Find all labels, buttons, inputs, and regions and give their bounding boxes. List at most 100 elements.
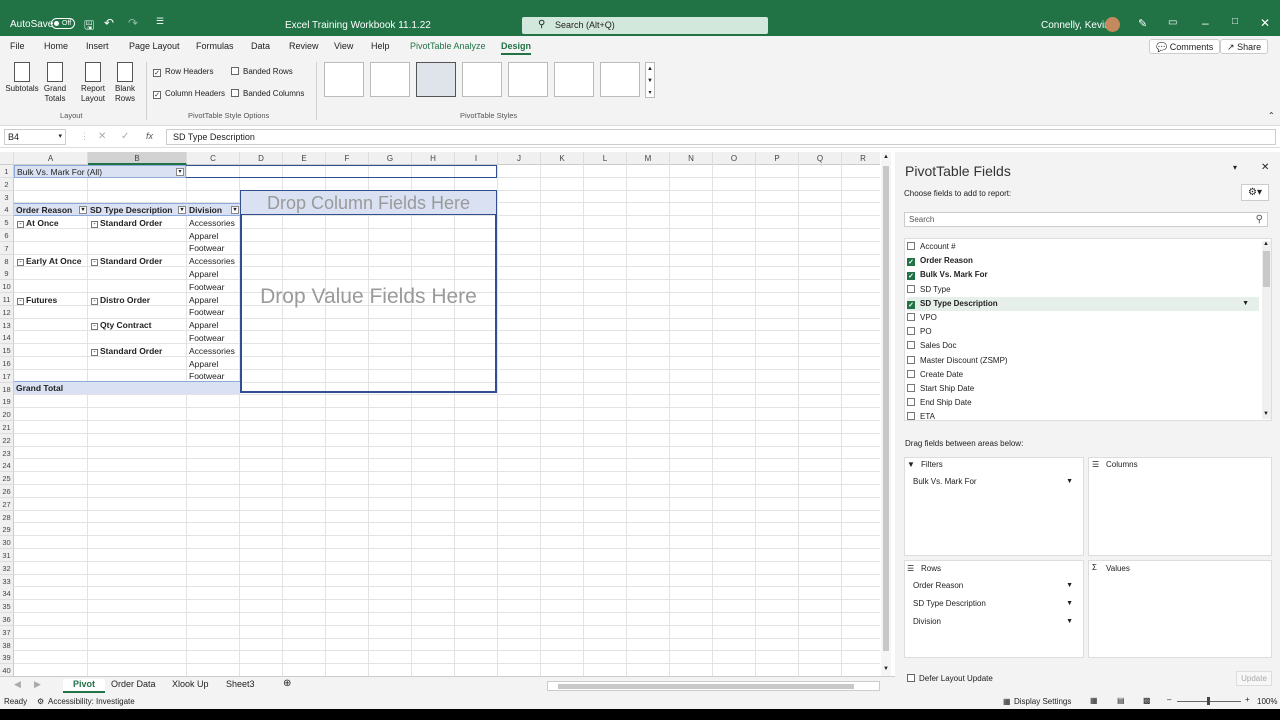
- row-header-30[interactable]: 30: [0, 536, 14, 550]
- tab-page-layout[interactable]: Page Layout: [129, 41, 180, 51]
- horizontal-scrollbar[interactable]: [547, 681, 880, 691]
- field-item[interactable]: VPO: [907, 311, 1259, 325]
- column-header-a[interactable]: A: [14, 152, 88, 165]
- row-header-17[interactable]: 17: [0, 369, 14, 383]
- row-header-33[interactable]: 33: [0, 574, 14, 588]
- scroll-down-icon[interactable]: ▼: [883, 666, 889, 672]
- checkbox-icon[interactable]: [907, 412, 915, 421]
- row-header-32[interactable]: 32: [0, 561, 14, 575]
- field-item[interactable]: PO: [907, 325, 1259, 339]
- update-button[interactable]: Update: [1236, 671, 1272, 686]
- grand-totals-button[interactable]: Grand Totals: [38, 62, 72, 104]
- field-item[interactable]: Sales Doc: [907, 339, 1259, 353]
- pivot-cell[interactable]: - Distro Order: [89, 294, 150, 306]
- close-pane-icon[interactable]: ✕: [1261, 162, 1269, 173]
- styles-scroll[interactable]: ▲ ▼ ▾: [645, 62, 655, 98]
- filter-dropdown-icon[interactable]: ▾: [178, 206, 186, 214]
- field-item[interactable]: End Ship Date: [907, 396, 1259, 410]
- column-header-k[interactable]: K: [541, 152, 584, 165]
- checkbox-icon[interactable]: [907, 341, 915, 350]
- pivot-cell[interactable]: - Standard Order: [89, 255, 162, 267]
- checkbox-icon[interactable]: [907, 384, 915, 392]
- row-header-5[interactable]: 5: [0, 216, 14, 230]
- row-header-25[interactable]: 25: [0, 472, 14, 486]
- pivot-style-3[interactable]: [416, 62, 456, 97]
- scroll-up-icon[interactable]: ▲: [883, 154, 889, 160]
- row-header-34[interactable]: 34: [0, 587, 14, 601]
- row-header-6[interactable]: 6: [0, 229, 14, 242]
- tab-review[interactable]: Review: [289, 41, 319, 51]
- column-header-g[interactable]: G: [369, 152, 412, 165]
- row-header-38[interactable]: 38: [0, 638, 14, 652]
- save-icon[interactable]: 🖫: [84, 16, 94, 37]
- row-field-order-reason[interactable]: Order Reason ▾: [14, 203, 88, 216]
- share-button[interactable]: ↗ Share: [1220, 39, 1269, 54]
- tab-home[interactable]: Home: [44, 41, 68, 51]
- zoom-slider-thumb[interactable]: [1207, 697, 1210, 705]
- display-settings-button[interactable]: Display Settings: [1014, 697, 1071, 706]
- normal-view-icon[interactable]: ▦: [1090, 696, 1098, 705]
- pivot-cell[interactable]: Accessories: [187, 255, 235, 267]
- tab-insert[interactable]: Insert: [86, 41, 109, 51]
- prev-sheet-icon[interactable]: ◀: [14, 679, 21, 690]
- tab-pivottable-analyze[interactable]: PivotTable Analyze: [410, 41, 486, 51]
- zoom-level[interactable]: 100%: [1257, 697, 1277, 706]
- row-header-13[interactable]: 13: [0, 318, 14, 332]
- field-list-scrollbar[interactable]: ▲ ▼: [1262, 241, 1271, 419]
- avatar[interactable]: [1105, 17, 1120, 32]
- blank-rows-button[interactable]: Blank Rows: [109, 62, 141, 104]
- chevron-down-icon[interactable]: ▼: [1066, 579, 1073, 593]
- row-header-10[interactable]: 10: [0, 280, 14, 294]
- subtotals-button[interactable]: Subtotals: [4, 62, 40, 94]
- filter-field[interactable]: Bulk Vs. Mark For (All) ▾: [14, 165, 186, 178]
- columns-area[interactable]: [1088, 457, 1272, 556]
- field-item[interactable]: Create Date: [907, 368, 1259, 382]
- row-header-8[interactable]: 8: [0, 254, 14, 268]
- pivot-cell[interactable]: - Standard Order: [89, 345, 162, 357]
- pivot-style-4[interactable]: [462, 62, 502, 97]
- row-header-26[interactable]: 26: [0, 485, 14, 498]
- chevron-down-icon[interactable]: ▼: [1066, 597, 1073, 611]
- banded-rows-checkbox[interactable]: Banded Rows: [231, 67, 293, 76]
- row-header-11[interactable]: 11: [0, 293, 14, 306]
- sheet-tab-sheet3[interactable]: Sheet3: [226, 679, 255, 689]
- undo-icon[interactable]: ↶: [104, 16, 114, 30]
- row-header-23[interactable]: 23: [0, 446, 14, 460]
- column-header-l[interactable]: L: [584, 152, 627, 165]
- collapse-icon[interactable]: -: [91, 323, 98, 331]
- row-header-1[interactable]: 1: [0, 165, 14, 178]
- drop-value-fields[interactable]: Drop Value Fields Here: [241, 282, 496, 312]
- row-header-27[interactable]: 27: [0, 497, 14, 511]
- pivot-cell[interactable]: Apparel: [187, 268, 218, 280]
- row-header-7[interactable]: 7: [0, 241, 14, 255]
- scroll-thumb[interactable]: [1263, 251, 1270, 287]
- banded-columns-checkbox[interactable]: Banded Columns: [231, 89, 304, 98]
- collapse-icon[interactable]: -: [17, 220, 24, 228]
- tab-file[interactable]: File: [10, 41, 25, 51]
- pivot-style-7[interactable]: [600, 62, 640, 97]
- column-header-d[interactable]: D: [240, 152, 283, 165]
- zoom-out-icon[interactable]: –: [1167, 695, 1171, 704]
- checkbox-icon[interactable]: ✓: [907, 258, 915, 267]
- page-layout-view-icon[interactable]: ▤: [1117, 696, 1125, 705]
- row-header-20[interactable]: 20: [0, 408, 14, 422]
- row-headers-checkbox[interactable]: ✓ Row Headers: [153, 67, 213, 77]
- row-header-4[interactable]: 4: [0, 203, 14, 217]
- zoom-in-icon[interactable]: +: [1245, 695, 1250, 704]
- row-header-21[interactable]: 21: [0, 421, 14, 434]
- pivot-cell[interactable]: Apparel: [187, 358, 218, 370]
- field-item[interactable]: Start Ship Date: [907, 382, 1259, 396]
- field-dropdown-icon[interactable]: ▼: [1242, 297, 1249, 311]
- field-item[interactable]: ETA: [907, 410, 1259, 424]
- area-field-chip[interactable]: Bulk Vs. Mark For ▼: [909, 475, 1079, 489]
- area-field-chip[interactable]: SD Type Description ▼: [909, 597, 1079, 611]
- column-header-i[interactable]: I: [455, 152, 498, 165]
- checkbox-icon[interactable]: [907, 327, 915, 336]
- pivot-cell[interactable]: - Early At Once: [15, 255, 81, 267]
- column-header-c[interactable]: C: [187, 152, 240, 165]
- checkbox-icon[interactable]: ✓: [907, 300, 915, 309]
- collapse-icon[interactable]: -: [17, 297, 24, 305]
- row-header-9[interactable]: 9: [0, 267, 14, 281]
- pivot-style-6[interactable]: [554, 62, 594, 97]
- row-header-19[interactable]: 19: [0, 395, 14, 409]
